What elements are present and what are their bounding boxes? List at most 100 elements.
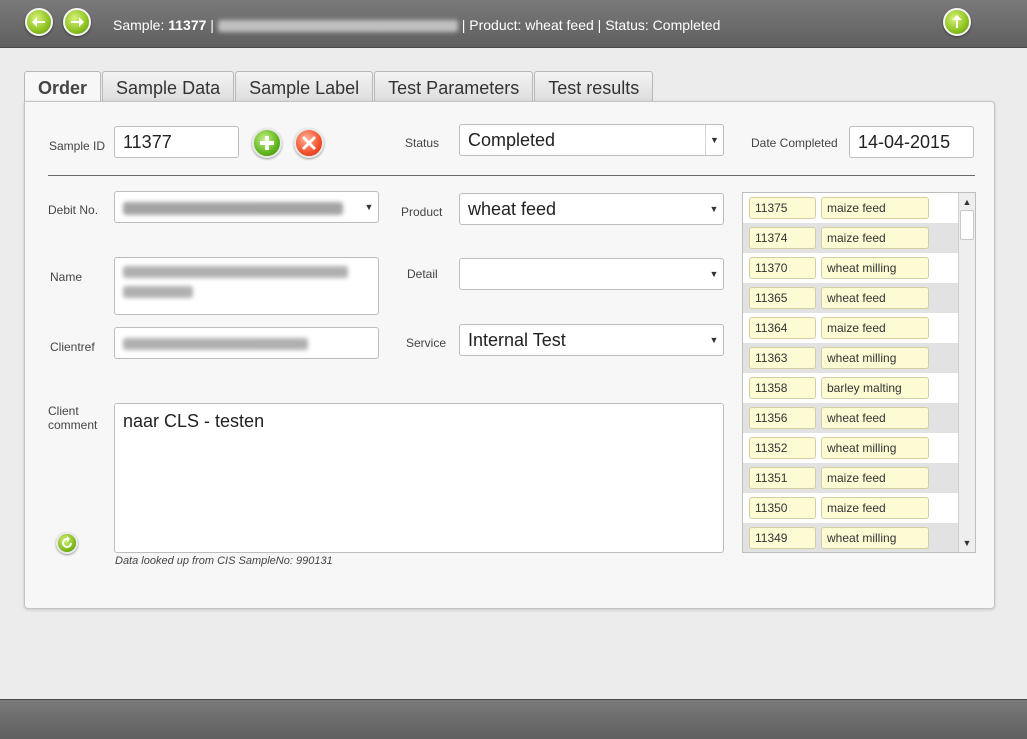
redacted-name-line-2: [123, 286, 193, 298]
product-select[interactable]: wheat feed ▼: [459, 193, 724, 225]
list-item[interactable]: 11364 maize feed: [743, 313, 958, 343]
list-scrollbar[interactable]: ▲ ▼: [958, 193, 975, 552]
redacted-client-name: [217, 20, 458, 33]
list-item-product: wheat milling: [821, 437, 929, 459]
list-item-product: maize feed: [821, 497, 929, 519]
list-item[interactable]: 11363 wheat milling: [743, 343, 958, 373]
list-item[interactable]: 11350 maize feed: [743, 493, 958, 523]
sample-list: 11375 maize feed 11374 maize feed 11370 wheat…: [742, 192, 976, 553]
sample-number: 11377: [168, 17, 207, 33]
sample-id-label: Sample ID: [49, 139, 106, 153]
list-item-sample-id: 11358: [749, 377, 816, 399]
refresh-icon: [62, 536, 72, 548]
name-textarea[interactable]: [114, 257, 379, 315]
redacted-clientref: [123, 338, 308, 351]
list-item-product: maize feed: [821, 467, 929, 489]
chevron-down-icon: ▼: [709, 335, 719, 345]
arrow-right-icon: [71, 17, 84, 27]
list-item-sample-id: 11374: [749, 227, 816, 249]
window-title: Sample: 11377 | | Product: wheat feed | …: [113, 17, 720, 33]
service-value: Internal Test: [468, 330, 566, 350]
list-item-product: wheat feed: [821, 407, 929, 429]
chevron-down-icon: ▼: [709, 269, 719, 279]
list-item-sample-id: 11364: [749, 317, 816, 339]
list-item-sample-id: 11375: [749, 197, 816, 219]
list-item-sample-id: 11351: [749, 467, 816, 489]
list-item-sample-id: 11349: [749, 527, 816, 549]
product-label: Product: [401, 205, 443, 219]
debit-no-label: Debit No.: [48, 203, 99, 217]
product-value: wheat feed: [468, 199, 557, 219]
redacted-debit-no: [123, 201, 343, 215]
list-item[interactable]: 11370 wheat milling: [743, 253, 958, 283]
list-item-sample-id: 11365: [749, 287, 816, 309]
list-item-product: wheat feed: [821, 287, 929, 309]
list-item-product: maize feed: [821, 317, 929, 339]
client-comment-textarea[interactable]: naar CLS - testen: [114, 403, 724, 553]
client-comment-label: Client comment: [48, 404, 97, 432]
list-item-product: wheat milling: [821, 527, 929, 549]
lookup-note: Data looked up from CIS SampleNo: 990131: [115, 555, 333, 567]
status-label: Status: [405, 136, 440, 150]
status-value: Completed: [468, 130, 556, 150]
list-item-product: maize feed: [821, 227, 929, 249]
list-item-sample-id: 11350: [749, 497, 816, 519]
list-item-sample-id: 11363: [749, 347, 816, 369]
title-separator: |: [206, 17, 218, 33]
list-item[interactable]: 11374 maize feed: [743, 223, 958, 253]
clientref-input[interactable]: [114, 327, 379, 359]
list-item[interactable]: 11365 wheat feed: [743, 283, 958, 313]
tab-sample-label[interactable]: Sample Label: [235, 71, 374, 102]
tab-test-results[interactable]: Test results: [534, 71, 654, 102]
plus-icon: [260, 136, 274, 150]
list-item-product: wheat milling: [821, 257, 929, 279]
sample-prefix: Sample:: [113, 17, 169, 33]
scroll-up-icon[interactable]: ▲: [959, 194, 975, 210]
list-item[interactable]: 11349 wheat milling: [743, 523, 958, 552]
list-item[interactable]: 11356 wheat feed: [743, 403, 958, 433]
back-button[interactable]: [25, 8, 53, 36]
detail-label: Detail: [407, 267, 438, 281]
list-item[interactable]: 11352 wheat milling: [743, 433, 958, 463]
forward-button[interactable]: [63, 8, 91, 36]
title-product-status: | Product: wheat feed | Status: Complete…: [457, 17, 721, 33]
close-icon: [302, 136, 316, 150]
chevron-down-icon: ▼: [709, 204, 719, 214]
client-comment-label-line-2: comment: [48, 418, 98, 432]
bottom-toolbar: [0, 699, 1027, 739]
delete-sample-button[interactable]: [294, 128, 324, 158]
upload-button[interactable]: [943, 8, 971, 36]
date-completed-input[interactable]: 14-04-2015: [849, 126, 974, 158]
clientref-label: Clientref: [50, 340, 95, 354]
add-sample-button[interactable]: [252, 128, 282, 158]
top-toolbar: Sample: 11377 | | Product: wheat feed | …: [0, 0, 1027, 48]
service-label: Service: [406, 336, 447, 350]
list-item-product: wheat milling: [821, 347, 929, 369]
redacted-name-line-1: [123, 266, 348, 278]
arrow-up-icon: [952, 15, 962, 28]
list-item[interactable]: 11358 barley malting: [743, 373, 958, 403]
chevron-down-icon: ▼: [705, 125, 723, 155]
list-item[interactable]: 11351 maize feed: [743, 463, 958, 493]
form-divider: [48, 175, 975, 176]
list-item-product: maize feed: [821, 197, 929, 219]
tab-test-parameters[interactable]: Test Parameters: [374, 71, 534, 102]
refresh-button[interactable]: [56, 532, 78, 554]
list-item-sample-id: 11356: [749, 407, 816, 429]
service-select[interactable]: Internal Test ▼: [459, 324, 724, 356]
detail-select[interactable]: ▼: [459, 258, 724, 290]
list-item-product: barley malting: [821, 377, 929, 399]
arrow-left-icon: [32, 17, 45, 27]
debit-no-select[interactable]: ▼: [114, 191, 379, 223]
scroll-thumb[interactable]: [960, 210, 974, 240]
tab-order[interactable]: Order: [24, 71, 102, 103]
chevron-down-icon: ▼: [364, 202, 374, 212]
date-completed-label: Date Completed: [751, 136, 838, 150]
scroll-down-icon[interactable]: ▼: [959, 535, 975, 551]
sample-id-input[interactable]: 11377: [114, 126, 239, 158]
tab-sample-data[interactable]: Sample Data: [102, 71, 235, 102]
tab-bar: Order Sample Data Sample Label Test Para…: [24, 71, 654, 103]
list-item[interactable]: 11375 maize feed: [743, 193, 958, 223]
client-comment-label-line-1: Client: [48, 404, 79, 418]
status-select[interactable]: Completed ▼: [459, 124, 724, 156]
